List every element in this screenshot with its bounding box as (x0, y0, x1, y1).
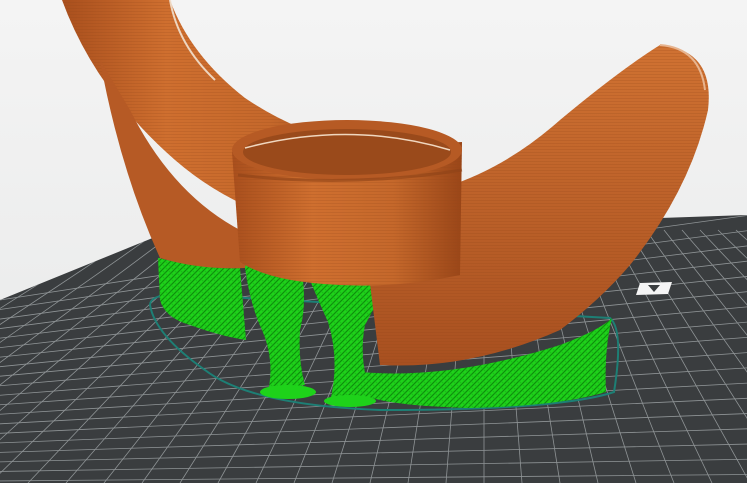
model-cup-opening (243, 129, 451, 175)
support-base-left (260, 385, 316, 399)
support-base-center (324, 395, 376, 407)
build-plate-logo-icon (636, 282, 672, 295)
scene-canvas[interactable] (0, 0, 747, 483)
print-preview-viewport[interactable] (0, 0, 747, 483)
